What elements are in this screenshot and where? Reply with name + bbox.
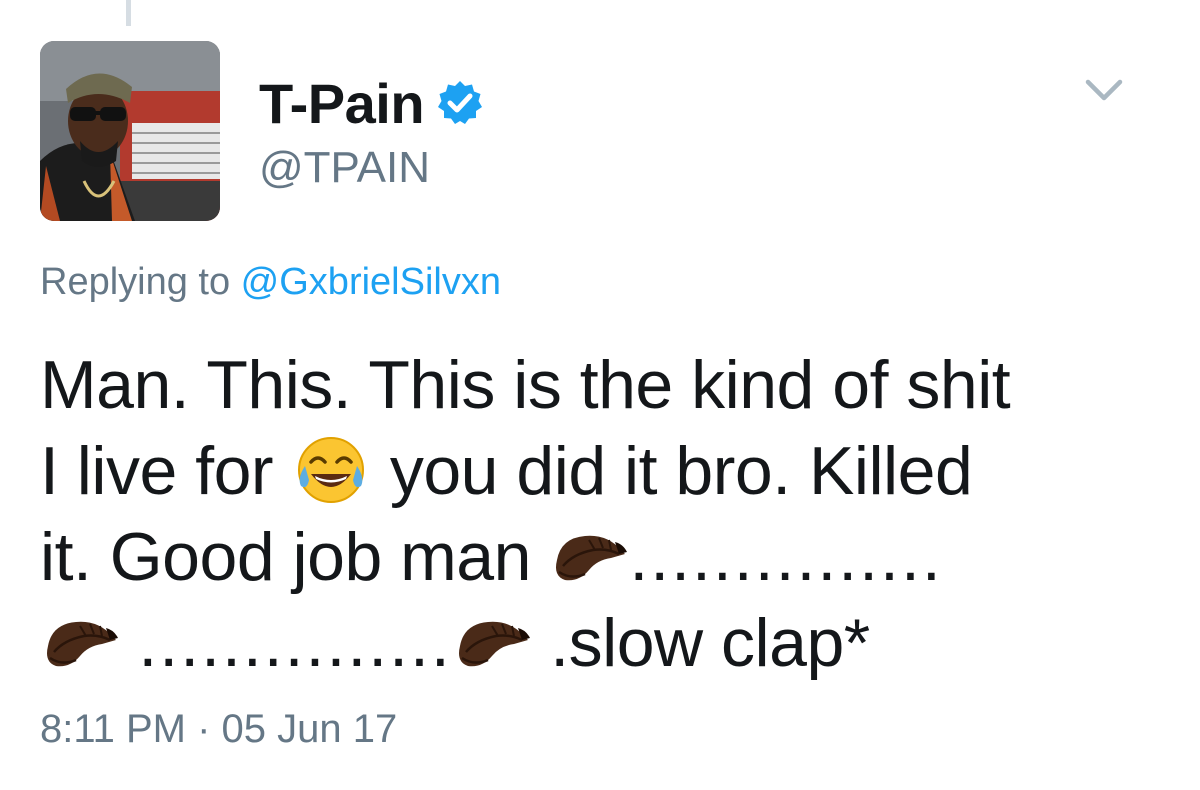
reply-context: Replying to @GxbrielSilvxn: [40, 261, 501, 304]
clapping-hands-emoji-icon: [452, 606, 532, 678]
reply-mention-link[interactable]: @GxbrielSilvxn: [241, 261, 501, 303]
tweet-timestamp[interactable]: 8:11 PM · 05 Jun 17: [40, 707, 397, 752]
tweet-text-line: I live for you did it bro. Killed: [40, 428, 1160, 514]
tweet-text-segment: ...............: [629, 519, 943, 595]
tweet-text: Man. This. This is the kind of shit I li…: [40, 342, 1160, 686]
reply-prefix: Replying to: [40, 261, 241, 303]
chevron-down-icon[interactable]: [1082, 72, 1126, 108]
tweet-card: T-Pain @TPAIN Replying to @GxbrielSilvxn…: [0, 0, 1200, 790]
tweet-text-segment: ...............: [138, 605, 452, 681]
author-name-row[interactable]: T-Pain: [259, 68, 484, 138]
tweet-text-line: Man. This. This is the kind of shit: [40, 342, 1160, 428]
clapping-hands-emoji-icon: [549, 520, 629, 592]
avatar[interactable]: [40, 41, 220, 221]
tweet-text-line: it. Good job man ...............: [40, 514, 1160, 600]
tweet-text-segment: you did it bro. Killed: [371, 433, 973, 509]
tweet-text-line: ............... .slow clap*: [40, 600, 1160, 686]
user-handle[interactable]: @TPAIN: [259, 143, 430, 193]
tweet-text-segment: Man. This. This is the kind of shit: [40, 347, 1011, 423]
display-name[interactable]: T-Pain: [259, 71, 425, 136]
tweet-text-segment: I live for: [40, 433, 292, 509]
tweet-text-segment: .slow clap*: [550, 605, 870, 681]
tweet-text-segment: it. Good job man: [40, 519, 550, 595]
thread-connector-line: [126, 0, 131, 26]
clapping-hands-emoji-icon: [40, 606, 120, 678]
verified-badge-icon: [436, 79, 484, 127]
face-with-tears-of-joy-emoji-icon: [291, 434, 371, 506]
